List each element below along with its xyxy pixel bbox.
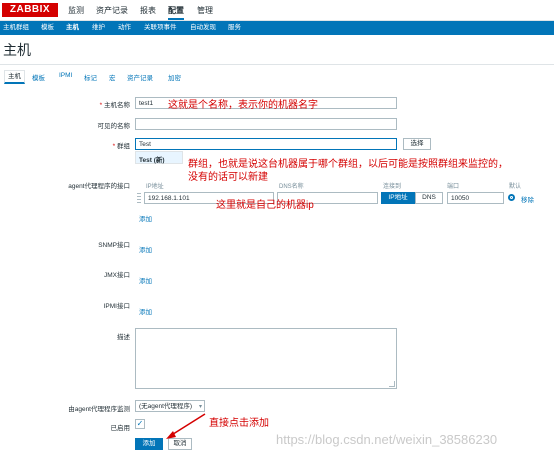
subnav-templates[interactable]: 模板 bbox=[41, 21, 54, 35]
col-default-header: 默认 bbox=[509, 184, 522, 190]
col-dns-header: DNS名称 bbox=[279, 184, 304, 190]
subnav-actions[interactable]: 动作 bbox=[118, 21, 131, 35]
monitored-by-label: 由agent代理程序监测 bbox=[68, 406, 130, 413]
tab-macros[interactable]: 宏 bbox=[109, 72, 116, 82]
proxy-select-value: (无agent代理程序) bbox=[139, 403, 193, 410]
col-connect-header: 连接到 bbox=[383, 184, 402, 190]
visible-name-label: 可见的名称 bbox=[97, 123, 131, 130]
description-textarea[interactable] bbox=[135, 328, 397, 389]
hostname-annotation: 这就是个名称，表示你的机器名字 bbox=[168, 100, 318, 111]
tab-inventory[interactable]: 资产记录 bbox=[127, 72, 153, 82]
add-button[interactable]: 添加 bbox=[135, 438, 163, 450]
subnav-discovery[interactable]: 自动发现 bbox=[190, 21, 216, 35]
top-menu-configuration[interactable]: 配置 bbox=[168, 4, 184, 20]
description-label: 描述 bbox=[117, 334, 130, 341]
group-annotation-line2: 没有的话可以新建 bbox=[188, 172, 268, 183]
enabled-checkbox[interactable]: ✓ bbox=[135, 419, 145, 429]
connect-ip-button[interactable]: IP地址 bbox=[381, 192, 415, 204]
group-suggestion-text: Test (新) bbox=[139, 157, 165, 164]
watermark: https://blog.csdn.net/weixin_38586230 bbox=[276, 432, 498, 447]
add-ipmi-link[interactable]: 添加 bbox=[139, 306, 152, 316]
tab-host[interactable]: 主机 bbox=[4, 70, 25, 84]
port-input[interactable]: 10050 bbox=[447, 192, 504, 204]
drag-handle-icon[interactable] bbox=[137, 193, 141, 203]
remove-interface-link[interactable]: 移除 bbox=[521, 194, 534, 204]
zabbix-logo[interactable]: ZABBIX bbox=[2, 3, 58, 17]
groups-input[interactable]: Test bbox=[135, 138, 397, 150]
connect-dns-button[interactable]: DNS bbox=[415, 192, 443, 204]
tab-encryption[interactable]: 加密 bbox=[168, 72, 181, 82]
page-title: 主机 bbox=[3, 42, 31, 58]
divider bbox=[0, 64, 554, 65]
annotation-arrow bbox=[166, 413, 206, 439]
col-port-header: 端口 bbox=[447, 184, 460, 190]
ipmi-label: IPMI接口 bbox=[103, 303, 130, 310]
top-menu-inventory[interactable]: 资产记录 bbox=[96, 4, 128, 18]
select-group-button[interactable]: 选择 bbox=[403, 138, 431, 150]
subnav-services[interactable]: 服务 bbox=[228, 21, 241, 35]
jmx-label: JMX接口 bbox=[104, 272, 130, 279]
add-snmp-link[interactable]: 添加 bbox=[139, 244, 152, 254]
sub-nav bbox=[0, 21, 554, 35]
subnav-event-correlation[interactable]: 关联项事件 bbox=[144, 21, 177, 35]
agent-interface-label: agent代理程序的接口 bbox=[68, 183, 130, 190]
add-annotation: 直接点击添加 bbox=[209, 418, 269, 429]
default-radio[interactable] bbox=[508, 194, 515, 201]
groups-label: * 群组 bbox=[112, 143, 130, 150]
subnav-maintenance[interactable]: 维护 bbox=[92, 21, 105, 35]
subnav-host-groups[interactable]: 主机群组 bbox=[3, 21, 29, 35]
top-menu-monitoring[interactable]: 监测 bbox=[68, 4, 84, 18]
checkmark-icon: ✓ bbox=[136, 419, 144, 428]
col-ip-header: IP地址 bbox=[146, 184, 164, 190]
resize-handle-icon bbox=[389, 381, 395, 387]
enabled-label: 已启用 bbox=[110, 425, 131, 432]
top-menu-reports[interactable]: 报表 bbox=[140, 4, 156, 18]
visible-name-input[interactable] bbox=[135, 118, 397, 130]
ip-annotation: 这里就是自己的机器ip bbox=[216, 200, 314, 211]
tab-templates[interactable]: 模板 bbox=[32, 72, 45, 82]
subnav-hosts[interactable]: 主机 bbox=[66, 21, 79, 35]
hostname-label: * 主机名称 bbox=[99, 102, 130, 109]
tab-tags[interactable]: 标记 bbox=[84, 72, 97, 82]
tab-ipmi[interactable]: IPMI bbox=[59, 72, 72, 79]
snmp-label: SNMP接口 bbox=[98, 242, 130, 249]
top-menu-administration[interactable]: 管理 bbox=[197, 4, 213, 18]
add-agent-interface-link[interactable]: 添加 bbox=[139, 213, 152, 223]
group-suggestion[interactable]: Test (新) bbox=[135, 151, 183, 164]
add-jmx-link[interactable]: 添加 bbox=[139, 275, 152, 285]
